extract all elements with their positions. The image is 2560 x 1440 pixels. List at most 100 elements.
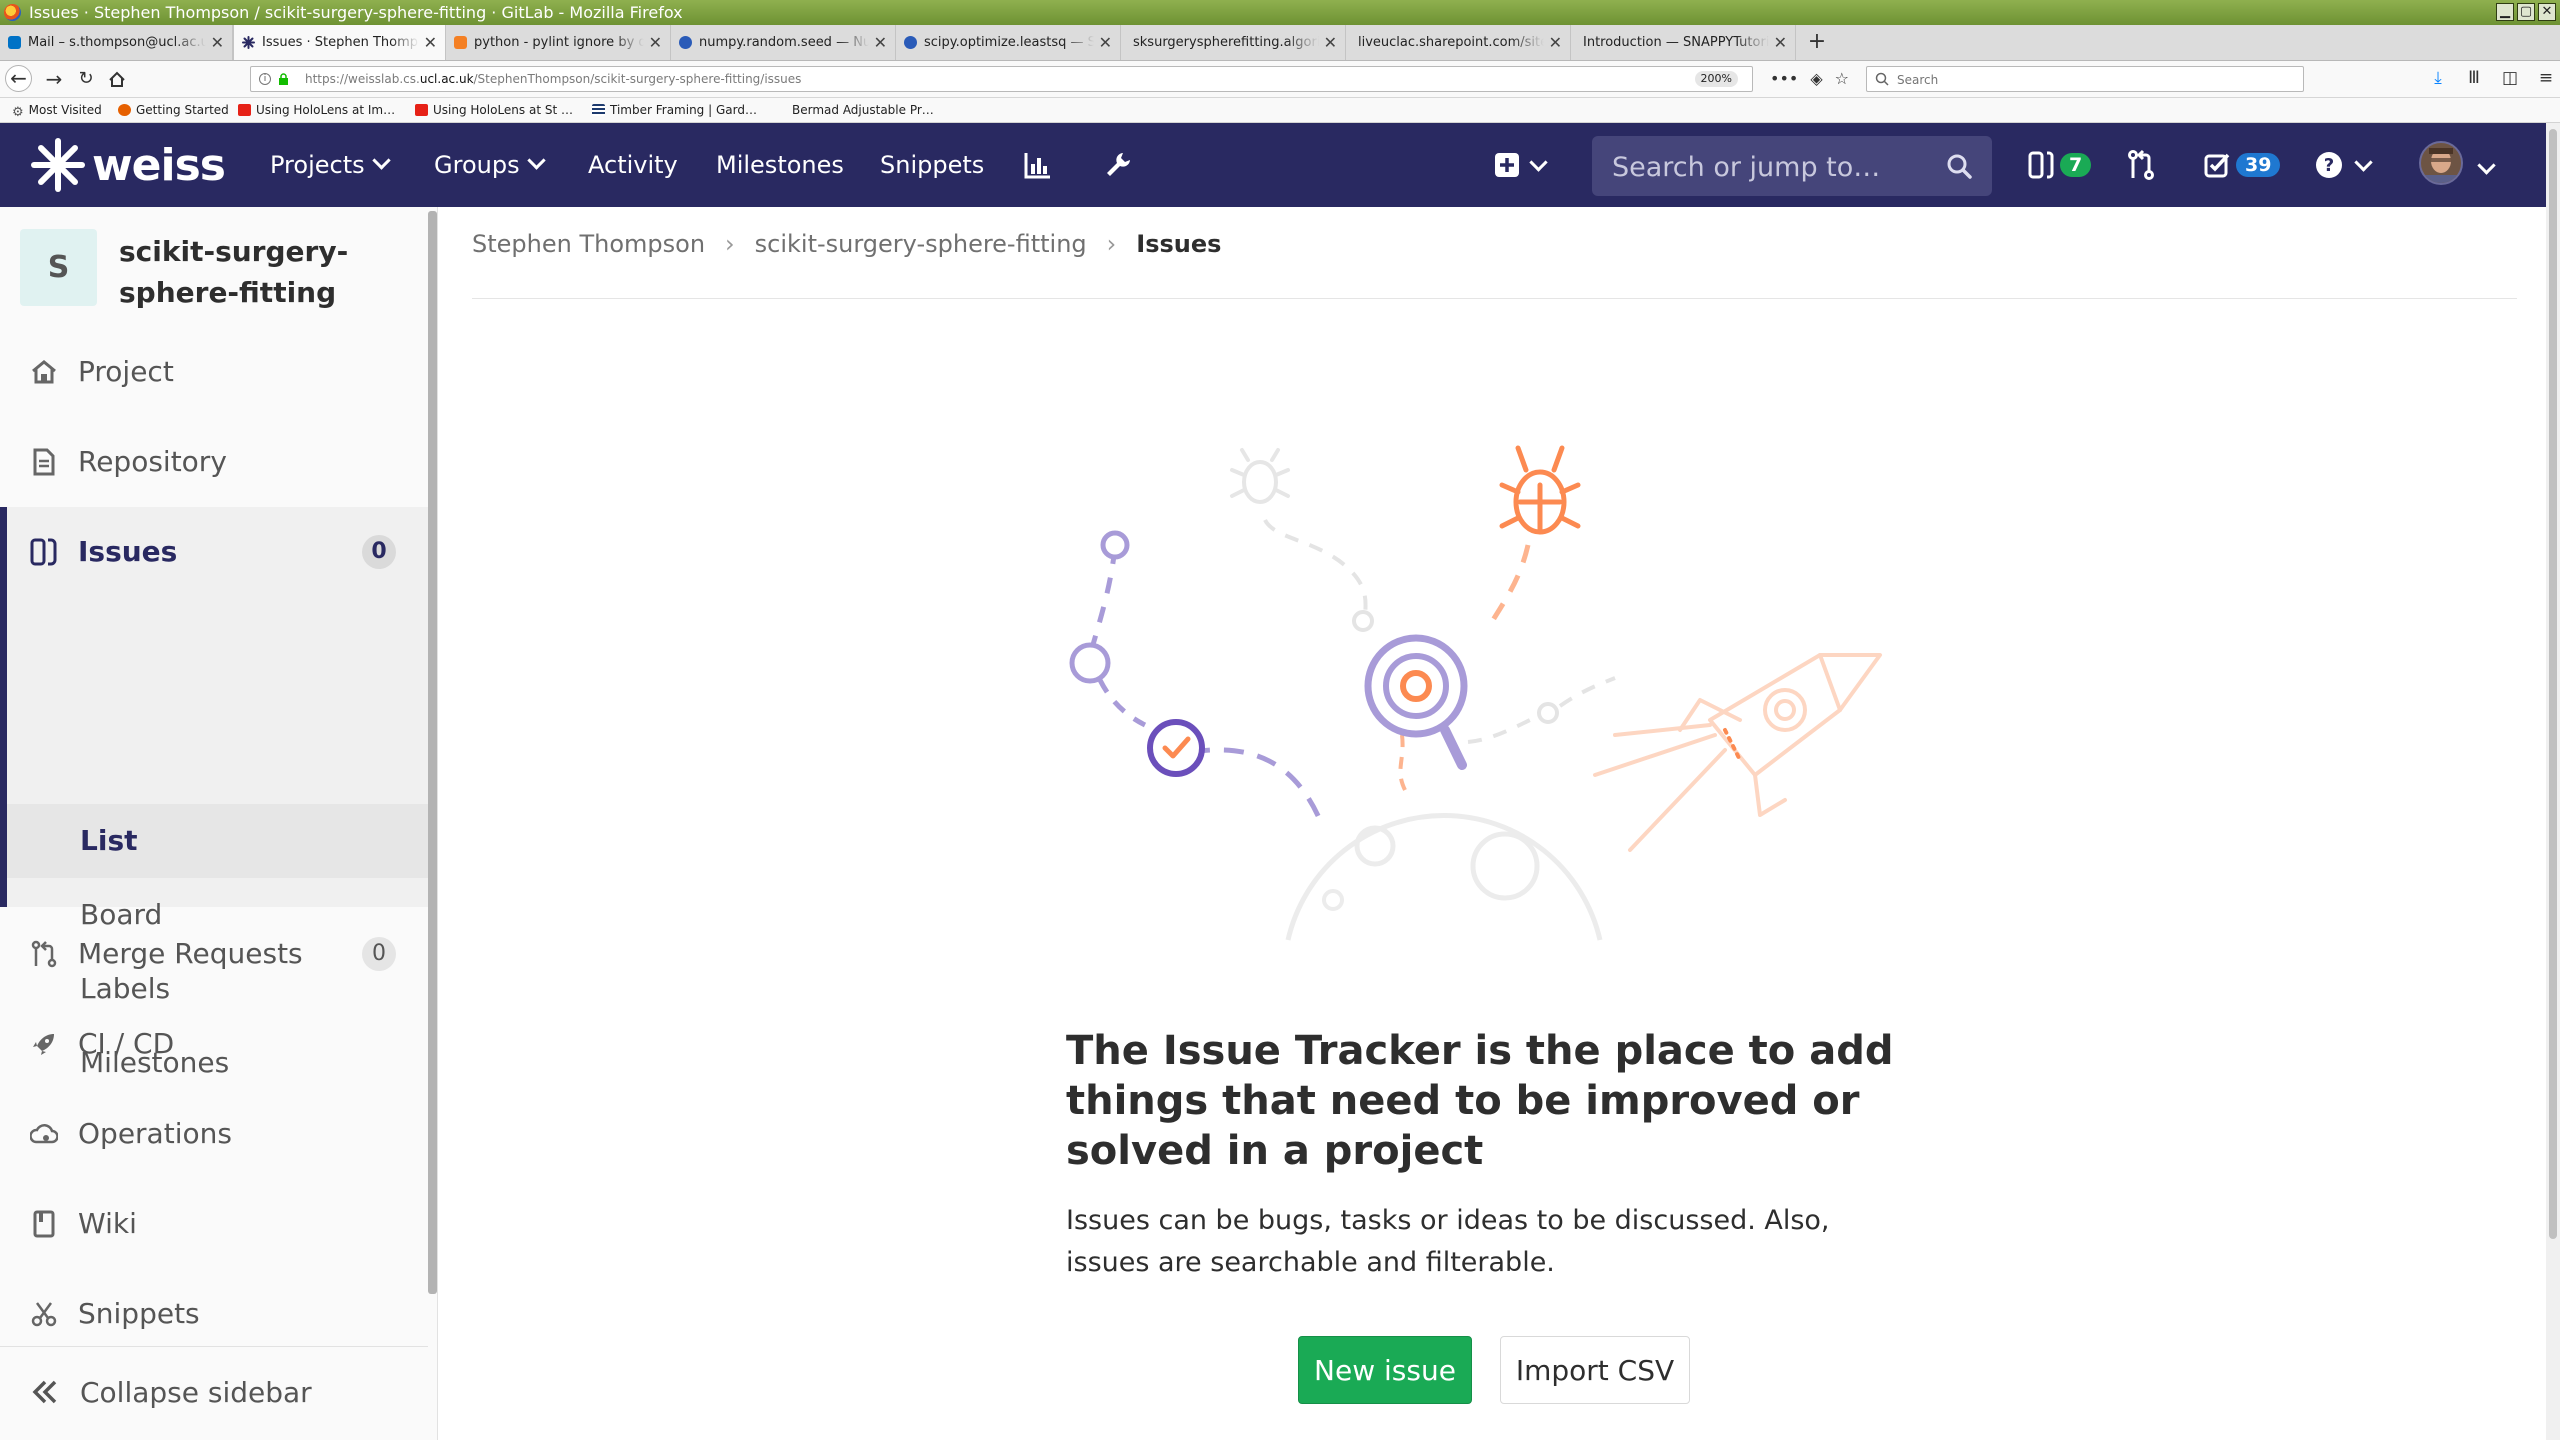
sidebar-item-issues[interactable]: Issues 0 [0, 507, 428, 597]
sidebar-item-wiki[interactable]: Wiki [0, 1179, 428, 1269]
todos-shortcut[interactable]: 39 [2204, 123, 2281, 207]
sidebar-toggle-icon[interactable]: ◫ [2500, 67, 2520, 89]
back-button[interactable]: ← [5, 65, 32, 92]
nav-activity[interactable]: Activity [588, 123, 678, 207]
merge-requests-shortcut[interactable] [2127, 123, 2155, 207]
project-sidebar: S scikit-surgery-sphere-fitting Project … [0, 207, 438, 1440]
tab-label: liveuclac.sharepoint.com/sites/ [1358, 35, 1544, 50]
purple-trail [1087, 547, 1118, 656]
tab-numpy[interactable]: numpy.random.seed — NumPy ✕ [671, 25, 896, 60]
weiss-logo[interactable]: weiss [30, 137, 226, 193]
pocket-icon[interactable]: ◈ [1810, 69, 1822, 88]
scipy-icon [679, 36, 692, 49]
bookmark-getting-started[interactable]: Getting Started [118, 98, 229, 122]
purple-trail [1097, 678, 1147, 728]
tab-pylint[interactable]: python - pylint ignore by directory ✕ [446, 25, 671, 60]
import-csv-button[interactable]: Import CSV [1500, 1336, 1690, 1404]
bookmark-star-icon[interactable]: ☆ [1835, 69, 1849, 88]
tab-close-icon[interactable]: ✕ [874, 25, 887, 60]
sidebar-item-project[interactable]: Project [0, 327, 428, 417]
hamburger-menu-icon[interactable]: ≡ [2536, 67, 2556, 89]
forward-button[interactable]: → [40, 65, 68, 93]
bookmark-label: Using HoloLens at Im… [256, 103, 396, 117]
breadcrumb-current[interactable]: Issues [1136, 230, 1221, 258]
sidebar-subitem-list[interactable]: List [7, 804, 428, 878]
search-input[interactable] [1610, 149, 1934, 185]
home-button[interactable] [103, 65, 131, 93]
nav-admin[interactable] [1103, 123, 1133, 207]
tab-close-icon[interactable]: ✕ [1549, 25, 1562, 60]
new-tab-button[interactable]: + [1805, 25, 1829, 60]
nav-snippets[interactable]: Snippets [880, 123, 984, 207]
tab-snappy[interactable]: Introduction — SNAPPYTutorial ✕ [1571, 25, 1796, 60]
issues-shortcut[interactable]: 7 [2028, 123, 2092, 207]
tab-close-icon[interactable]: ✕ [1774, 25, 1787, 60]
page-actions-menu-icon[interactable]: ••• [1770, 69, 1798, 88]
bookmark-most-visited[interactable]: ⚙ Most Visited [12, 98, 102, 122]
tab-close-icon[interactable]: ✕ [211, 25, 224, 60]
search-box[interactable] [1592, 136, 1992, 196]
empty-state-title: The Issue Tracker is the place to add th… [1066, 1028, 1894, 1174]
minimize-button[interactable]: ▁ [2496, 3, 2514, 21]
tab-sksurgery[interactable]: sksurgeryspherefitting.algorithms ✕ [1121, 25, 1346, 60]
issues-count-badge: 0 [362, 535, 396, 569]
firefox-icon [4, 4, 21, 21]
nav-milestones[interactable]: Milestones [716, 123, 844, 207]
zoom-indicator[interactable]: 200% [1694, 71, 1738, 87]
toolbar-buttons: ⤓ Ⅲ ◫ ≡ [2428, 67, 2556, 89]
sidebar-item-merge-requests[interactable]: Merge Requests 0 [0, 909, 428, 999]
nav-analytics[interactable] [1023, 123, 1053, 207]
search-bar[interactable] [1866, 66, 2304, 92]
tab-mail[interactable]: Mail – s.thompson@ucl.ac.uk ✕ [0, 25, 233, 60]
url-bar[interactable]: i https://weisslab.cs.ucl.ac.uk/StephenT… [250, 66, 1753, 92]
search-icon [1875, 72, 1889, 86]
breadcrumb-divider [472, 298, 2517, 299]
library-icon[interactable]: Ⅲ [2464, 67, 2484, 89]
gear-icon: ⚙ [12, 105, 24, 120]
new-dropdown[interactable] [1494, 123, 1548, 207]
tab-close-icon[interactable]: ✕ [424, 25, 437, 60]
tab-scipy[interactable]: scipy.optimize.leastsq — SciPy ✕ [896, 25, 1121, 60]
breadcrumb-user[interactable]: Stephen Thompson [472, 230, 705, 258]
bookmark-hololens-st[interactable]: Using HoloLens at St … [415, 98, 573, 122]
chevron-down-icon[interactable] [2477, 156, 2496, 175]
tab-issues[interactable]: Issues · Stephen Thompson ✕ [233, 25, 446, 60]
question-icon: ? [2316, 152, 2342, 178]
url-path: /StephenThompson/scikit-surgery-sphere-f… [473, 72, 802, 86]
download-icon[interactable]: ⤓ [2428, 67, 2448, 89]
close-window-button[interactable]: ✕ [2538, 3, 2556, 21]
web-search-input[interactable] [1895, 70, 2289, 90]
sidebar-item-cicd[interactable]: CI / CD [0, 999, 428, 1089]
tab-close-icon[interactable]: ✕ [1324, 25, 1337, 60]
bookmark-hololens-im[interactable]: Using HoloLens at Im… [238, 98, 395, 122]
weiss-asterisk-icon [31, 138, 85, 192]
issues-icon [2028, 151, 2054, 179]
url-text: https://weisslab.cs.ucl.ac.uk/StephenTho… [305, 67, 801, 91]
collapse-sidebar-button[interactable]: Collapse sidebar [0, 1346, 428, 1440]
maximize-button[interactable]: ▢ [2517, 3, 2535, 21]
tab-close-icon[interactable]: ✕ [1099, 25, 1112, 60]
sidebar-item-operations[interactable]: Operations [0, 1089, 428, 1179]
tab-sharepoint[interactable]: liveuclac.sharepoint.com/sites/ ✕ [1346, 25, 1571, 60]
faint-path [1558, 676, 1616, 708]
firefox-icon [118, 104, 131, 116]
help-dropdown[interactable]: ? [2315, 123, 2373, 207]
reload-button[interactable]: ↻ [72, 65, 100, 93]
page-scrollbar-thumb[interactable] [2549, 129, 2557, 1239]
window-title: Issues · Stephen Thompson / scikit-surge… [29, 3, 683, 22]
tab-close-icon[interactable]: ✕ [649, 25, 662, 60]
sidebar-item-repository[interactable]: Repository [0, 417, 428, 507]
sidebar-scrollbar[interactable] [428, 211, 437, 1294]
user-avatar[interactable] [2419, 141, 2463, 185]
page-scrollbar[interactable] [2546, 123, 2560, 1440]
orange-trail [1398, 734, 1407, 791]
new-issue-button[interactable]: New issue [1298, 1336, 1472, 1404]
bookmark-bermad[interactable]: Bermad Adjustable Pr… [774, 98, 934, 122]
issues-count-badge: 7 [2060, 153, 2092, 177]
project-avatar: S [20, 229, 97, 306]
bookmark-timber-framing[interactable]: Timber Framing | Gard… [592, 98, 757, 122]
breadcrumb-project[interactable]: scikit-surgery-sphere-fitting [755, 230, 1087, 258]
info-icon[interactable]: i [259, 73, 271, 85]
nav-projects[interactable]: Projects [270, 123, 391, 207]
nav-groups[interactable]: Groups [434, 123, 546, 207]
